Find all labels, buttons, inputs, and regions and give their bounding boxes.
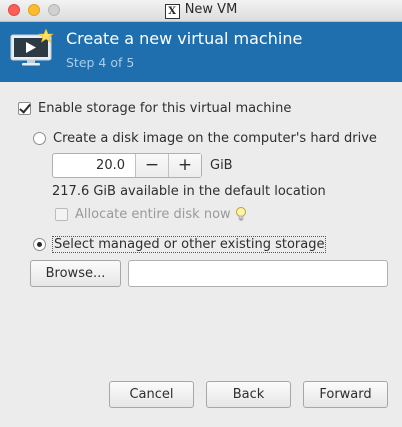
new-vm-window: X New VM Create a new virtual machine Ste… (0, 0, 402, 427)
virtual-machine-icon (10, 29, 54, 66)
existing-storage-radio[interactable] (33, 238, 46, 251)
header-banner: Create a new virtual machine Step 4 of 5 (0, 22, 402, 82)
wizard-step: Step 4 of 5 (66, 55, 135, 70)
available-space-text: 217.6 GiB available in the default locat… (52, 184, 326, 199)
x11-icon: X (164, 4, 180, 19)
create-disk-radio[interactable] (33, 132, 46, 145)
disk-size-unit: GiB (210, 158, 233, 173)
storage-path-input[interactable] (128, 260, 388, 287)
forward-button[interactable]: Forward (303, 381, 388, 408)
increase-size-button[interactable]: + (168, 154, 201, 177)
enable-storage-label: Enable storage for this virtual machine (38, 101, 292, 116)
allocate-disk-checkbox[interactable] (55, 208, 68, 221)
window-title-container: X New VM (0, 2, 402, 19)
enable-storage-row[interactable]: Enable storage for this virtual machine (18, 101, 291, 116)
disk-size-spinner[interactable]: 20.0 − + (52, 153, 202, 178)
allocate-disk-row[interactable]: Allocate entire disk now (55, 207, 231, 222)
title-bar: X New VM (0, 0, 402, 22)
decrease-size-button[interactable]: − (135, 154, 168, 177)
allocate-disk-label: Allocate entire disk now (75, 207, 231, 222)
create-disk-row[interactable]: Create a disk image on the computer's ha… (33, 131, 377, 146)
browse-button[interactable]: Browse... (30, 260, 121, 287)
wizard-title: Create a new virtual machine (66, 29, 303, 48)
create-disk-label: Create a disk image on the computer's ha… (53, 131, 377, 146)
cancel-button[interactable]: Cancel (109, 381, 194, 408)
lightbulb-icon (236, 207, 246, 221)
existing-storage-label: Select managed or other existing storage (52, 236, 327, 253)
disk-size-input[interactable]: 20.0 (53, 154, 135, 177)
back-button[interactable]: Back (206, 381, 291, 408)
window-title: New VM (184, 2, 238, 17)
existing-storage-row[interactable]: Select managed or other existing storage (33, 236, 327, 253)
enable-storage-checkbox[interactable] (18, 102, 31, 115)
